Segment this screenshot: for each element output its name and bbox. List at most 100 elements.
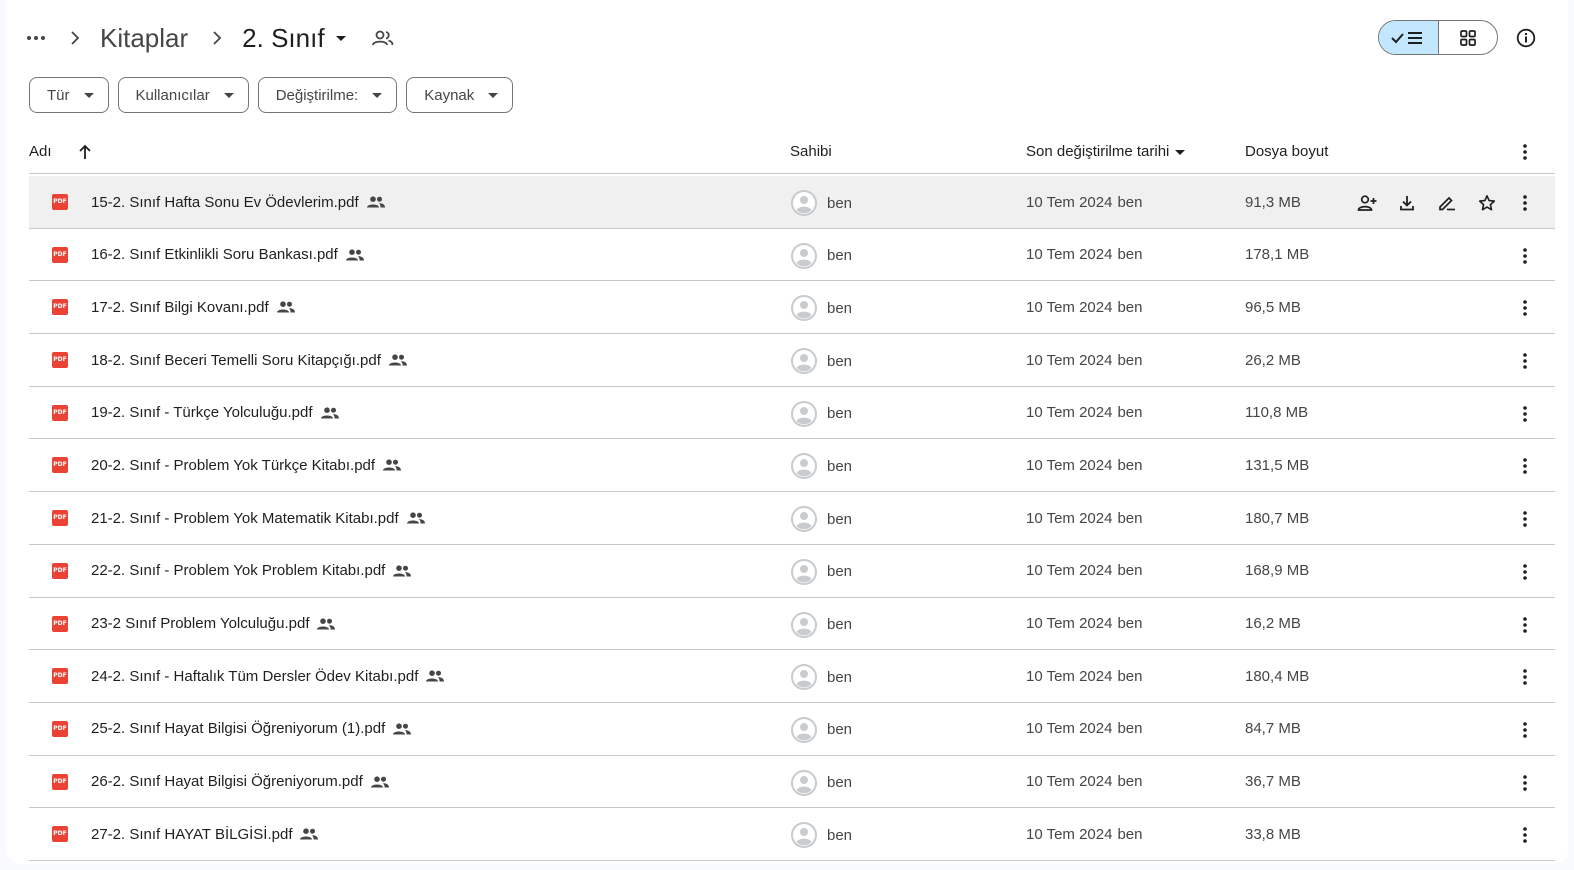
more-vert-icon[interactable] bbox=[1513, 243, 1537, 269]
list-view-button[interactable] bbox=[1379, 21, 1439, 54]
pdf-icon: PDF bbox=[52, 457, 68, 474]
table-row[interactable]: PDF 21-2. Sınıf - Problem Yok Matematik … bbox=[29, 492, 1555, 545]
column-size[interactable]: Dosya boyut bbox=[1245, 130, 1328, 174]
star-icon[interactable] bbox=[1474, 190, 1500, 216]
more-vert-icon[interactable] bbox=[1513, 770, 1537, 796]
table-row[interactable]: PDF 23-2 Sınıf Problem Yolculuğu.pdf ben… bbox=[29, 598, 1555, 651]
table-row[interactable]: PDF 17-2. Sınıf Bilgi Kovanı.pdf ben 10 … bbox=[29, 281, 1555, 335]
avatar bbox=[791, 664, 817, 691]
arrow-up-icon[interactable] bbox=[78, 144, 92, 160]
filter-type[interactable]: Tür bbox=[29, 77, 109, 113]
download-icon[interactable] bbox=[1394, 190, 1420, 216]
file-name[interactable]: 18-2. Sınıf Beceri Temelli Soru Kitapçığ… bbox=[91, 334, 407, 386]
owner-name: ben bbox=[827, 563, 853, 581]
breadcrumb-item-current[interactable]: 2. Sınıf bbox=[242, 20, 324, 56]
more-vert-icon[interactable] bbox=[1513, 612, 1537, 638]
table-row[interactable]: PDF 26-2. Sınıf Hayat Bilgisi Öğreniyoru… bbox=[29, 756, 1555, 809]
filter-modified[interactable]: Değiştirilme: bbox=[257, 77, 398, 113]
modified-by: ben bbox=[1117, 825, 1143, 843]
add-person-icon[interactable] bbox=[1354, 190, 1380, 216]
modified-date: 10 Tem 2024 bbox=[1026, 193, 1113, 211]
shared-icon bbox=[426, 670, 445, 682]
table-row[interactable]: PDF 22-2. Sınıf - Problem Yok Problem Ki… bbox=[29, 545, 1555, 598]
column-name[interactable]: Adı bbox=[29, 130, 92, 174]
file-name[interactable]: 16-2. Sınıf Etkinlikli Soru Bankası.pdf bbox=[91, 229, 364, 281]
pdf-icon: PDF bbox=[52, 510, 68, 527]
file-name[interactable]: 19-2. Sınıf - Türkçe Yolculuğu.pdf bbox=[91, 387, 339, 439]
file-name[interactable]: 23-2 Sınıf Problem Yolculuğu.pdf bbox=[91, 598, 336, 650]
owner-cell: ben bbox=[791, 190, 852, 216]
avatar bbox=[791, 453, 817, 480]
caret-down-icon bbox=[372, 92, 383, 98]
chevron-right-icon bbox=[206, 26, 228, 50]
view-toggle bbox=[1378, 20, 1498, 55]
more-vert-icon[interactable] bbox=[1513, 822, 1537, 848]
pdf-icon: PDF bbox=[52, 562, 68, 579]
column-modified[interactable]: Son değiştirilme tarihi bbox=[1026, 130, 1186, 174]
pdf-icon: PDF bbox=[52, 299, 68, 316]
shared-icon bbox=[300, 828, 319, 840]
more-vert-icon[interactable] bbox=[1513, 130, 1537, 174]
avatar bbox=[791, 611, 817, 638]
caret-down-icon[interactable] bbox=[329, 26, 353, 50]
more-vert-icon[interactable] bbox=[1513, 453, 1537, 479]
file-name[interactable]: 22-2. Sınıf - Problem Yok Problem Kitabı… bbox=[91, 545, 412, 597]
more-vert-icon[interactable] bbox=[1513, 348, 1537, 374]
modified-date: 10 Tem 2024 bbox=[1026, 720, 1113, 738]
file-name[interactable]: 24-2. Sınıf - Haftalık Tüm Dersler Ödev … bbox=[91, 650, 445, 702]
file-name[interactable]: 17-2. Sınıf Bilgi Kovanı.pdf bbox=[91, 281, 295, 333]
rename-icon[interactable] bbox=[1434, 190, 1460, 216]
pdf-icon: PDF bbox=[52, 352, 68, 369]
grid-view-button[interactable] bbox=[1439, 21, 1498, 54]
shared-icon bbox=[406, 512, 425, 524]
shared-folder-icon[interactable] bbox=[369, 24, 397, 52]
filter-label: Tür bbox=[47, 86, 70, 104]
file-name-text: 21-2. Sınıf - Problem Yok Matematik Kita… bbox=[91, 509, 399, 527]
more-vert-icon[interactable] bbox=[1513, 664, 1537, 690]
more-vert-icon[interactable] bbox=[1513, 717, 1537, 743]
table-row[interactable]: PDF 18-2. Sınıf Beceri Temelli Soru Kita… bbox=[29, 334, 1555, 387]
table-row[interactable]: PDF 15-2. Sınıf Hafta Sonu Ev Ödevlerim.… bbox=[29, 176, 1555, 229]
avatar bbox=[791, 190, 817, 216]
file-name-text: 15-2. Sınıf Hafta Sonu Ev Ödevlerim.pdf bbox=[91, 193, 359, 211]
table-row[interactable]: PDF 19-2. Sınıf - Türkçe Yolculuğu.pdf b… bbox=[29, 387, 1555, 440]
column-owner[interactable]: Sahibi bbox=[790, 130, 832, 174]
more-vert-icon[interactable] bbox=[1513, 190, 1537, 216]
more-vert-icon[interactable] bbox=[1513, 295, 1537, 321]
table-row[interactable]: PDF 20-2. Sınıf - Problem Yok Türkçe Kit… bbox=[29, 439, 1555, 493]
info-icon[interactable] bbox=[1512, 24, 1540, 52]
file-size: 180,7 MB bbox=[1245, 509, 1310, 527]
pdf-icon: PDF bbox=[52, 668, 68, 685]
more-vert-icon[interactable] bbox=[1513, 559, 1537, 585]
table-row[interactable]: PDF 16-2. Sınıf Etkinlikli Soru Bankası.… bbox=[29, 229, 1555, 282]
pdf-icon: PDF bbox=[52, 615, 68, 632]
file-size: 178,1 MB bbox=[1245, 246, 1310, 264]
row-quick-actions bbox=[1354, 190, 1500, 216]
breadcrumb-item-kitaplar[interactable]: Kitaplar bbox=[100, 20, 188, 56]
check-list-icon bbox=[1391, 31, 1423, 44]
file-name[interactable]: 27-2. Sınıf HAYAT BİLGİSİ.pdf bbox=[91, 808, 319, 860]
modified-by: ben bbox=[1117, 667, 1143, 685]
modified-by: ben bbox=[1117, 615, 1143, 632]
avatar bbox=[791, 348, 817, 375]
file-name-text: 16-2. Sınıf Etkinlikli Soru Bankası.pdf bbox=[91, 246, 338, 264]
file-name[interactable]: 25-2. Sınıf Hayat Bilgisi Öğreniyorum (1… bbox=[91, 703, 412, 755]
modified-date: 10 Tem 2024 bbox=[1026, 667, 1113, 685]
filter-users[interactable]: Kullanıcılar bbox=[117, 77, 249, 113]
table-row[interactable]: PDF 27-2. Sınıf HAYAT BİLGİSİ.pdf ben 10… bbox=[29, 808, 1555, 861]
avatar bbox=[791, 400, 817, 427]
modified-by: ben bbox=[1117, 562, 1143, 580]
file-name[interactable]: 26-2. Sınıf Hayat Bilgisi Öğreniyorum.pd… bbox=[91, 756, 389, 808]
file-name[interactable]: 15-2. Sınıf Hafta Sonu Ev Ödevlerim.pdf bbox=[91, 176, 385, 228]
more-horiz-icon[interactable] bbox=[24, 26, 48, 50]
filter-source[interactable]: Kaynak bbox=[406, 77, 514, 113]
file-name[interactable]: 20-2. Sınıf - Problem Yok Türkçe Kitabı.… bbox=[91, 439, 402, 491]
table-row[interactable]: PDF 25-2. Sınıf Hayat Bilgisi Öğreniyoru… bbox=[29, 703, 1555, 756]
more-vert-icon[interactable] bbox=[1513, 506, 1537, 532]
table-row[interactable]: PDF 24-2. Sınıf - Haftalık Tüm Dersler Ö… bbox=[29, 650, 1555, 703]
more-vert-icon[interactable] bbox=[1513, 401, 1537, 427]
modified-by: ben bbox=[1117, 351, 1143, 369]
file-size: 91,3 MB bbox=[1245, 193, 1301, 211]
pdf-icon: PDF bbox=[52, 720, 68, 737]
file-name[interactable]: 21-2. Sınıf - Problem Yok Matematik Kita… bbox=[91, 492, 425, 544]
